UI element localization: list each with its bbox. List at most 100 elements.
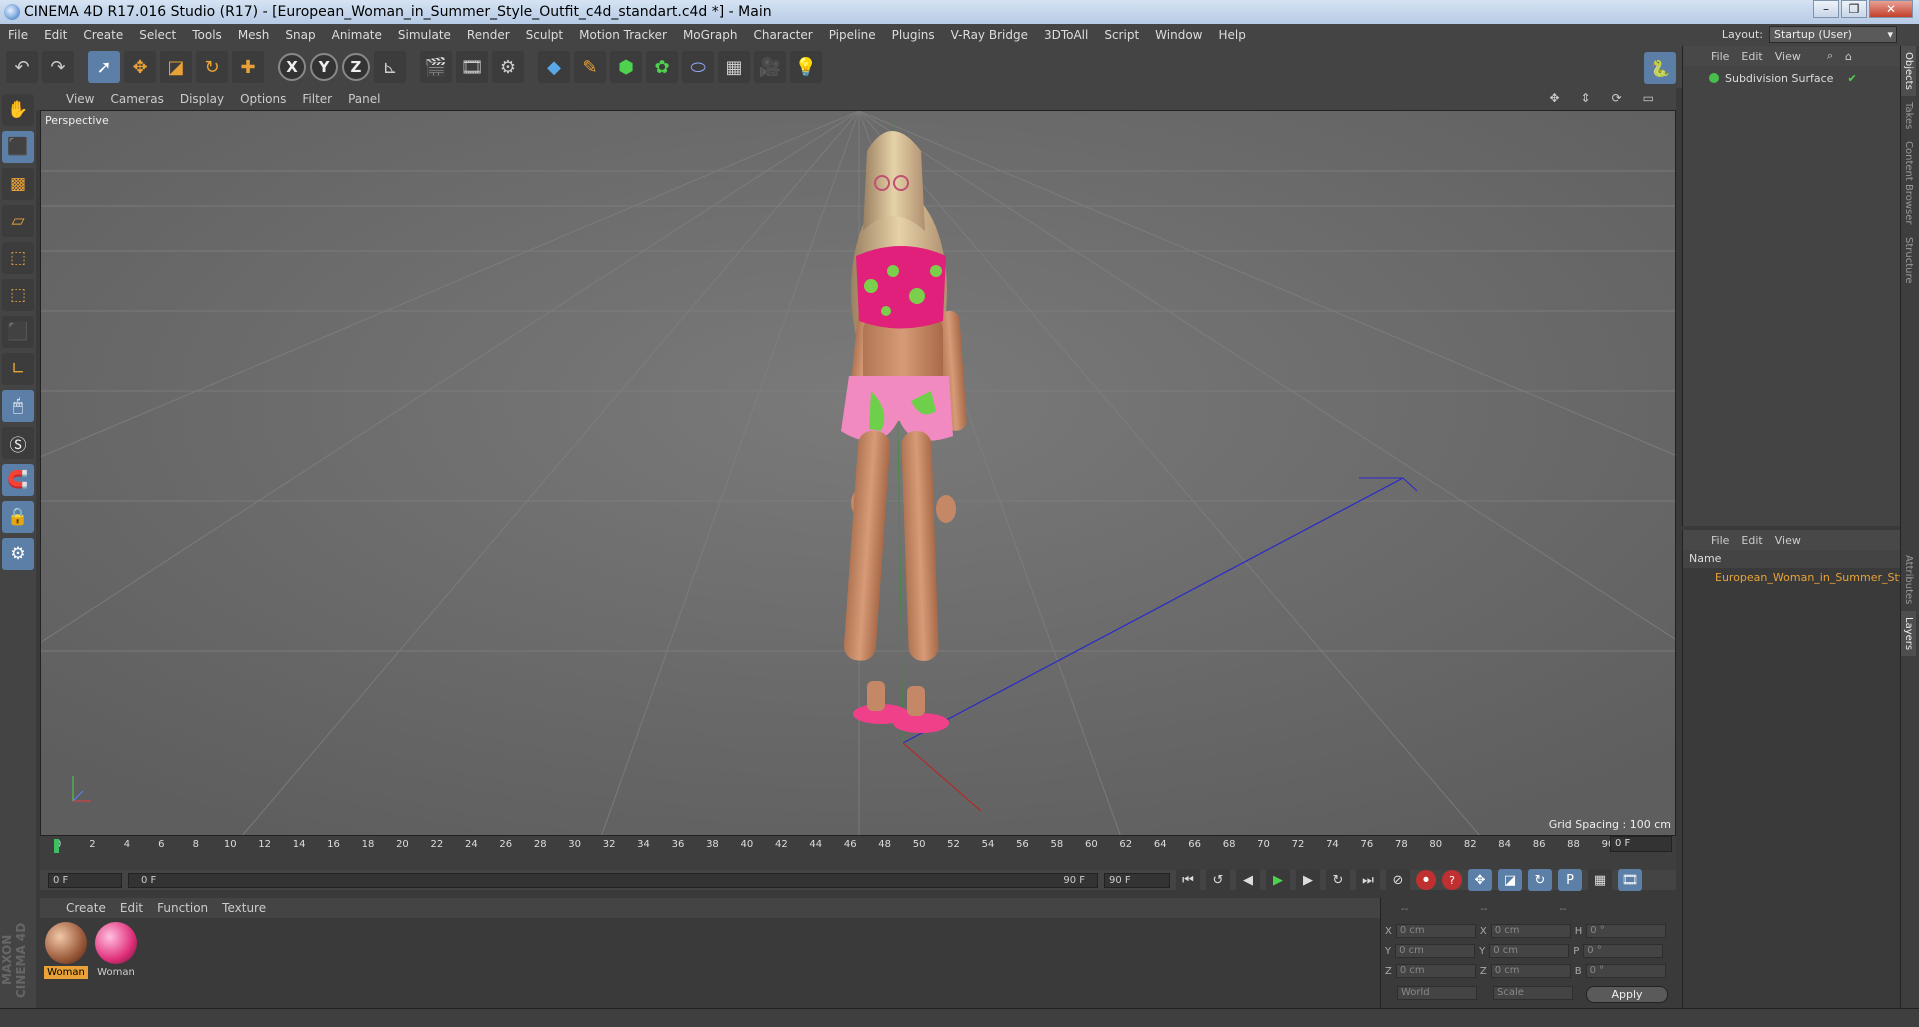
frame-range-slider[interactable]: 0 F 90 F (128, 872, 1098, 888)
material-swatch[interactable]: Woman (44, 922, 88, 979)
floor-icon[interactable]: ▦ (718, 51, 750, 83)
layer-menu-edit[interactable]: Edit (1741, 534, 1762, 547)
object-menu-edit[interactable]: Edit (1741, 50, 1762, 63)
pan-view-icon[interactable]: ✥ (1549, 91, 1569, 105)
menu-character[interactable]: Character (745, 28, 820, 42)
render-settings-icon[interactable]: ⚙ (492, 51, 524, 83)
key-pla-icon[interactable]: ▦ (1588, 869, 1612, 891)
viewport-menu-cameras[interactable]: Cameras (110, 92, 173, 106)
next-key-icon[interactable]: ↻ (1326, 869, 1350, 891)
search-icon[interactable]: ⌕ (1827, 49, 1833, 63)
menu-tools[interactable]: Tools (184, 28, 230, 42)
object-menu-view[interactable]: View (1775, 50, 1801, 63)
playhead[interactable] (54, 839, 59, 853)
soft-selection-icon[interactable]: Ⓢ (2, 427, 34, 459)
light-icon[interactable]: 💡 (790, 51, 822, 83)
menu-select[interactable]: Select (131, 28, 184, 42)
layer-row[interactable]: European_Woman_in_Summer_Sty (1683, 568, 1900, 586)
material-menu-edit[interactable]: Edit (120, 901, 143, 915)
position-z-field[interactable]: 0 cm (1395, 964, 1476, 978)
points-mode-icon[interactable]: ⬚ (2, 242, 34, 274)
tab-attributes[interactable]: Attributes (1901, 549, 1916, 610)
orbit-view-icon[interactable]: ⟳ (1612, 91, 1632, 105)
enabled-check-icon[interactable]: ✔ (1847, 72, 1856, 85)
next-frame-icon[interactable]: ▶ (1296, 869, 1320, 891)
scale-tool-icon[interactable]: ◪ (160, 51, 192, 83)
viewport-menu-display[interactable]: Display (180, 92, 234, 106)
menu-simulate[interactable]: Simulate (390, 28, 459, 42)
x-axis-lock-icon[interactable]: X (278, 53, 306, 81)
sculpt-mode-icon[interactable]: ✋ (2, 94, 34, 126)
layout-dropdown[interactable]: Startup (User) (1769, 26, 1897, 43)
position-x-field[interactable]: 0 cm (1395, 924, 1476, 938)
object-menu-file[interactable]: File (1711, 50, 1729, 63)
rotation-h-field[interactable]: 0 ° (1586, 924, 1667, 938)
tab-structure[interactable]: Structure (1901, 231, 1916, 290)
menu-animate[interactable]: Animate (324, 28, 390, 42)
viewport-menu-panel[interactable]: Panel (348, 92, 390, 106)
deformer-icon[interactable]: ⬭ (682, 51, 714, 83)
tab-objects[interactable]: Objects (1901, 46, 1916, 96)
array-icon[interactable]: ✿ (646, 51, 678, 83)
material-menu-function[interactable]: Function (157, 901, 208, 915)
edges-mode-icon[interactable]: ⬚ (2, 279, 34, 311)
python-icon[interactable]: 🐍 (1644, 52, 1676, 84)
apply-button[interactable]: Apply (1586, 986, 1668, 1003)
material-menu-create[interactable]: Create (66, 901, 106, 915)
layer-menu-view[interactable]: View (1775, 534, 1801, 547)
size-y-field[interactable]: 0 cm (1489, 944, 1570, 958)
tab-layers[interactable]: Layers (1901, 610, 1916, 656)
maximize-view-icon[interactable]: ▭ (1643, 91, 1664, 105)
menu-plugins[interactable]: Plugins (884, 28, 943, 42)
move-tool-icon[interactable]: ✥ (124, 51, 156, 83)
record-keys-icon[interactable]: ⊘ (1386, 869, 1410, 891)
planar-workplane-icon[interactable]: ⚙ (2, 538, 34, 570)
select-tool-icon[interactable]: ➚ (88, 51, 120, 83)
menu-motion-tracker[interactable]: Motion Tracker (571, 28, 675, 42)
redo-icon[interactable]: ↷ (42, 51, 74, 83)
end-frame-field[interactable]: 90 F (1104, 872, 1170, 888)
size-mode-dropdown[interactable]: Scale (1493, 986, 1573, 1000)
minimize-button[interactable]: – (1813, 0, 1839, 18)
dolly-view-icon[interactable]: ⇕ (1581, 91, 1601, 105)
menu-file[interactable]: File (0, 28, 36, 42)
perspective-viewport[interactable]: Perspective Grid Spacing : 100 cm (40, 110, 1676, 836)
tab-takes[interactable]: Takes (1901, 96, 1916, 135)
cube-object-icon[interactable]: ◆ (538, 51, 570, 83)
axis-mode-icon[interactable]: ∟ (2, 353, 34, 385)
menu-snap[interactable]: Snap (277, 28, 323, 42)
menu-sculpt[interactable]: Sculpt (518, 28, 571, 42)
camera-icon[interactable]: 🎥 (754, 51, 786, 83)
rotation-b-field[interactable]: 0 ° (1585, 964, 1666, 978)
timeline-window-icon[interactable]: 🎞 (1618, 869, 1642, 891)
menu-mograph[interactable]: MoGraph (675, 28, 746, 42)
rotate-tool-icon[interactable]: ↻ (196, 51, 228, 83)
keyframe-selection-icon[interactable]: ? (1442, 870, 1462, 890)
key-scale-icon[interactable]: ◪ (1498, 869, 1522, 891)
viewport-menu-view[interactable]: View (66, 92, 104, 106)
viewport-menu-options[interactable]: Options (240, 92, 296, 106)
tab-content-browser[interactable]: Content Browser (1901, 135, 1916, 230)
close-button[interactable]: ✕ (1869, 0, 1913, 18)
rotation-p-field[interactable]: 0 ° (1583, 944, 1664, 958)
lock-workplane-icon[interactable]: 🔒 (2, 501, 34, 533)
workplane-icon[interactable]: ▱ (2, 205, 34, 237)
menu-render[interactable]: Render (459, 28, 518, 42)
viewport-menu-filter[interactable]: Filter (302, 92, 342, 106)
model-mode-icon[interactable]: ⬛ (2, 131, 34, 163)
menu-3dtoall[interactable]: 3DToAll (1036, 28, 1096, 42)
autokey-icon[interactable]: ⏺ (1416, 870, 1436, 890)
layer-menu-file[interactable]: File (1711, 534, 1729, 547)
size-z-field[interactable]: 0 cm (1490, 964, 1571, 978)
menu-vray-bridge[interactable]: V-Ray Bridge (943, 28, 1036, 42)
y-axis-lock-icon[interactable]: Y (310, 53, 338, 81)
coordinate-system-icon[interactable]: ⊾ (374, 51, 406, 83)
menu-create[interactable]: Create (75, 28, 131, 42)
menu-mesh[interactable]: Mesh (230, 28, 278, 42)
key-position-icon[interactable]: ✥ (1468, 869, 1492, 891)
snap-icon[interactable]: 🧲 (2, 464, 34, 496)
size-x-field[interactable]: 0 cm (1490, 924, 1571, 938)
timeline-ruler[interactable]: 0246810121416182022242628303234363840424… (40, 836, 1676, 870)
menu-help[interactable]: Help (1210, 28, 1253, 42)
z-axis-lock-icon[interactable]: Z (342, 53, 370, 81)
